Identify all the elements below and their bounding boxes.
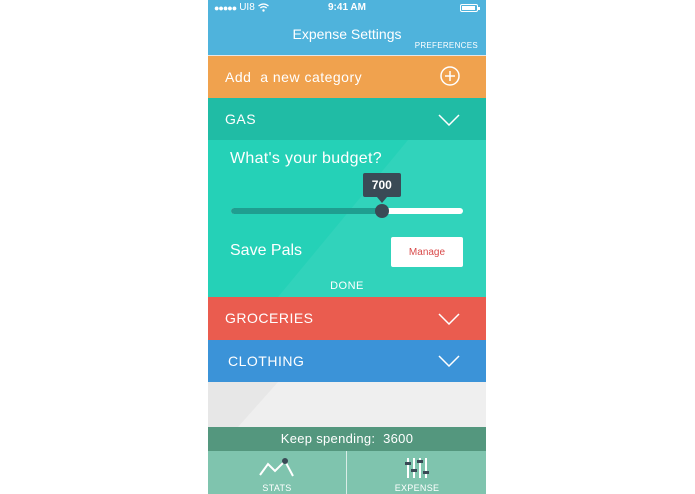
category-row-gas[interactable]: GAS — [208, 98, 486, 140]
category-label: GROCERIES — [225, 310, 314, 326]
status-time: 9:41 AM — [328, 2, 366, 13]
stats-line-icon — [259, 458, 294, 477]
chevron-down-icon[interactable] — [438, 355, 460, 367]
tab-bar: STATS EXPENSE — [208, 451, 486, 494]
diagonal-shade — [238, 382, 486, 427]
budget-slider-track[interactable] — [231, 208, 463, 214]
battery-icon — [460, 4, 480, 12]
budget-value-tooltip: 700 — [362, 173, 401, 203]
category-label: GAS — [225, 111, 257, 127]
add-category-row[interactable]: Add a new category — [208, 56, 486, 98]
tab-divider — [346, 451, 347, 494]
chevron-down-icon[interactable] — [438, 313, 460, 325]
category-row-groceries[interactable]: GROCERIES — [208, 297, 486, 340]
manage-button[interactable]: Manage — [391, 237, 463, 267]
status-bar: ●●●●● UI8 9:41 AM — [208, 0, 486, 16]
chevron-down-icon[interactable] — [438, 114, 460, 126]
phone-screen: ●●●●● UI8 9:41 AM Expense Settings PREFE… — [208, 0, 486, 494]
category-row-clothing[interactable]: CLOTHING — [208, 340, 486, 382]
tab-stats[interactable]: STATS — [208, 451, 346, 494]
budget-slider-thumb[interactable] — [374, 204, 389, 218]
tab-label: STATS — [262, 483, 292, 493]
keep-spending-summary: Keep spending: 3600 — [208, 427, 486, 451]
preferences-link[interactable]: PREFERENCES — [415, 41, 478, 50]
sliders-icon — [405, 458, 429, 478]
empty-area — [208, 382, 486, 427]
add-category-label: Add a new category — [225, 69, 363, 85]
budget-panel: What's your budget? 700 Save Pals Manage… — [208, 140, 486, 297]
category-label: CLOTHING — [228, 353, 305, 369]
tab-expense[interactable]: EXPENSE — [348, 451, 486, 494]
app-header: Expense Settings PREFERENCES — [208, 16, 486, 55]
tab-label: EXPENSE — [394, 483, 440, 493]
budget-question: What's your budget? — [230, 150, 382, 167]
budget-slider-fill — [231, 208, 382, 214]
save-pals-label: Save Pals — [230, 242, 303, 259]
done-button[interactable]: DONE — [208, 280, 486, 292]
page-title: Expense Settings — [292, 26, 402, 42]
plus-circle-icon[interactable] — [440, 66, 460, 86]
